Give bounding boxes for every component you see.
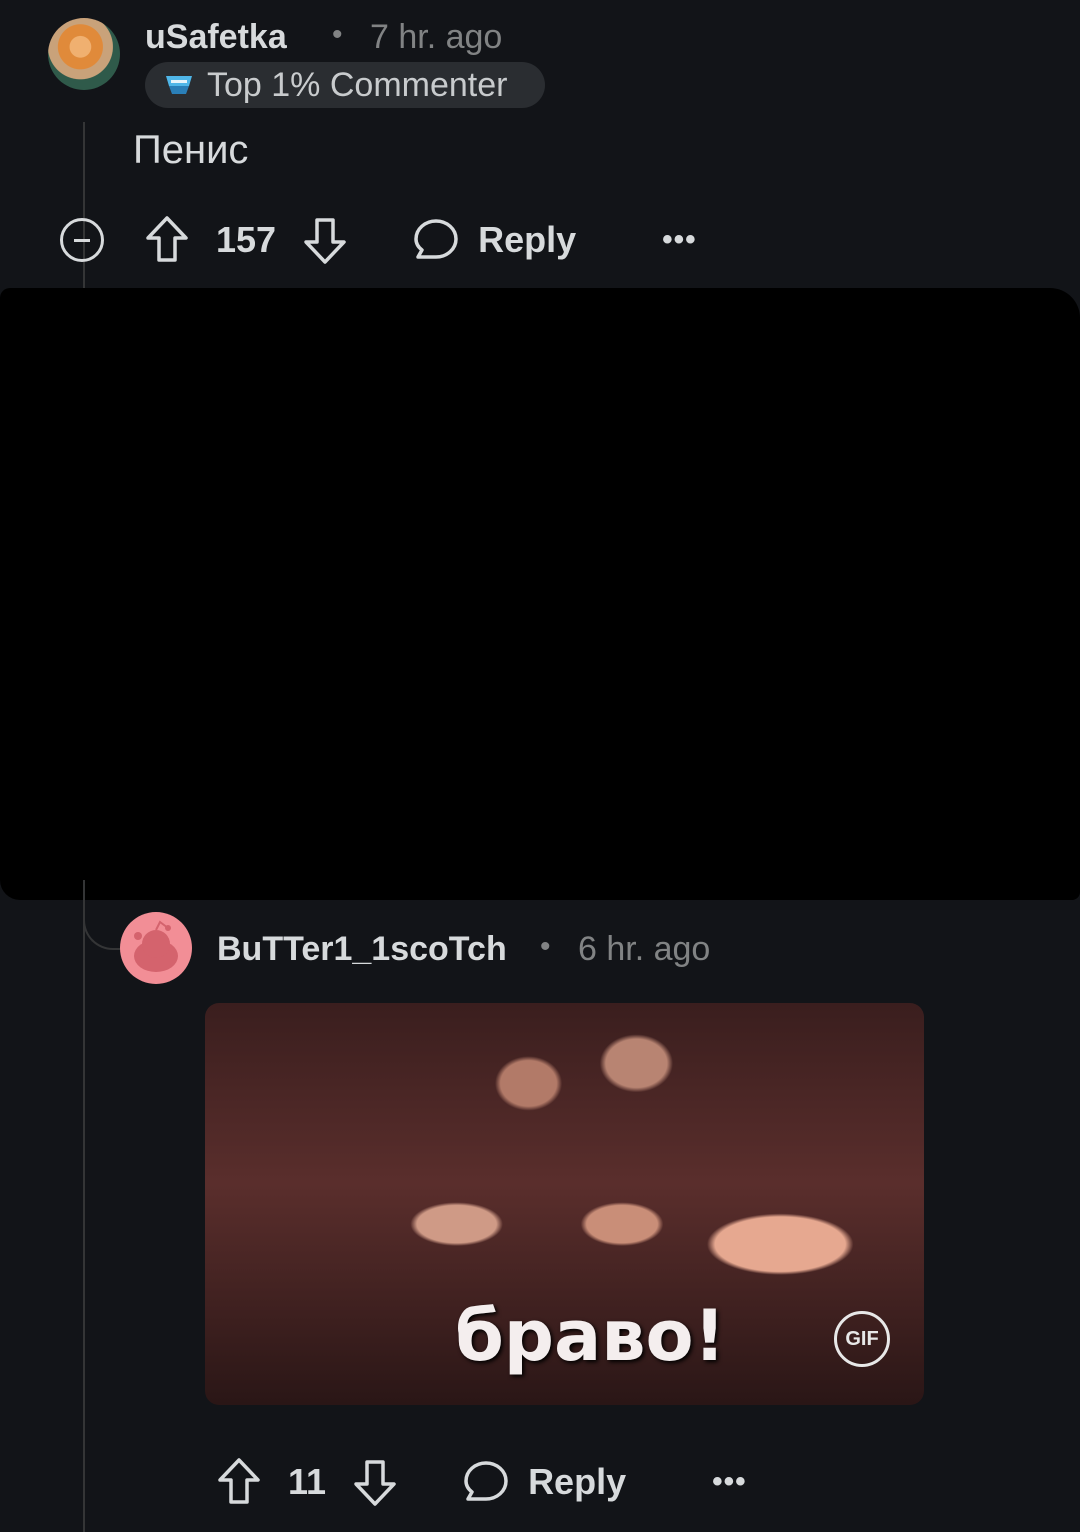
upvote-icon[interactable]	[144, 214, 190, 266]
reply-bubble-icon	[414, 219, 458, 259]
minus-icon	[74, 238, 90, 242]
upvote-icon[interactable]	[216, 1456, 262, 1508]
redacted-region	[0, 288, 1080, 900]
user-flair: Top 1% Commenter	[145, 62, 545, 108]
gif-badge: GIF	[834, 1311, 890, 1367]
downvote-icon[interactable]	[302, 214, 348, 266]
snoo-avatar-icon	[134, 920, 178, 972]
avatar[interactable]	[48, 18, 120, 90]
gif-caption: браво!	[455, 1295, 726, 1377]
avatar[interactable]	[120, 912, 192, 984]
flair-text: Top 1% Commenter	[207, 65, 508, 104]
comment-actions: 11 Reply •••	[216, 1456, 747, 1508]
reply-connector	[83, 880, 125, 950]
more-options-button[interactable]: •••	[662, 223, 697, 257]
vote-count: 11	[288, 1461, 327, 1502]
username[interactable]: uSafetka	[145, 18, 287, 57]
reply-button[interactable]: Reply	[462, 1458, 626, 1506]
reply-label: Reply	[478, 219, 577, 260]
vote-count: 157	[216, 219, 277, 260]
comment-actions: 157 Reply •••	[60, 214, 697, 266]
timestamp: 7 hr. ago	[370, 18, 503, 56]
reply-label: Reply	[528, 1461, 627, 1502]
separator-dot: •	[540, 930, 551, 963]
reply-button[interactable]: Reply	[412, 216, 576, 264]
separator-dot: •	[332, 18, 343, 51]
username[interactable]: BuTTer1_1scoTch	[217, 930, 507, 969]
reply-bubble-icon	[464, 1461, 508, 1501]
comment-body: Пенис	[133, 128, 249, 172]
collapse-button[interactable]	[60, 218, 104, 262]
timestamp: 6 hr. ago	[578, 930, 711, 968]
downvote-icon[interactable]	[352, 1456, 398, 1508]
more-options-button[interactable]: •••	[712, 1465, 747, 1499]
commenter-badge-icon	[166, 76, 192, 94]
gif-image[interactable]: браво! GIF	[205, 1003, 924, 1405]
